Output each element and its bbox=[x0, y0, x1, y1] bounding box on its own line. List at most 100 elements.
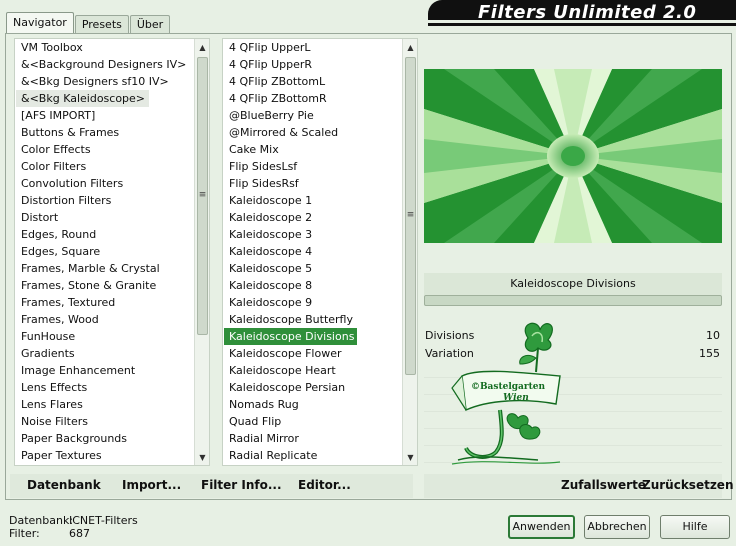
category-list-row[interactable]: Frames, Textured bbox=[16, 294, 194, 311]
category-list-row[interactable]: Frames, Stone & Granite bbox=[16, 277, 194, 294]
filter-list-row[interactable]: Kaleidoscope 8 bbox=[224, 277, 402, 294]
filter-list-item[interactable]: Flip SidesLsf bbox=[224, 158, 402, 175]
tab-presets[interactable]: Presets bbox=[74, 15, 129, 34]
filter-list-row[interactable]: Kaleidoscope 4 bbox=[224, 243, 402, 260]
filter-list-row[interactable]: Radial Replicate bbox=[224, 447, 402, 464]
filter-list-row[interactable]: Flip SidesRsf bbox=[224, 175, 402, 192]
editor-button[interactable]: Editor... bbox=[298, 478, 351, 492]
category-list-item[interactable]: Paper Backgrounds bbox=[16, 430, 194, 447]
category-list-item[interactable]: Frames, Stone & Granite bbox=[16, 277, 194, 294]
filter-list-item[interactable]: 4 QFlip ZBottomL bbox=[224, 73, 402, 90]
scroll-up-arrow-icon[interactable]: ▲ bbox=[195, 41, 209, 55]
filter-list-item[interactable]: Kaleidoscope 8 bbox=[224, 277, 402, 294]
category-list-row[interactable]: Distort bbox=[16, 209, 194, 226]
category-list-item[interactable]: Noise Filters bbox=[16, 413, 194, 430]
category-list-row[interactable]: [AFS IMPORT] bbox=[16, 107, 194, 124]
category-list-item[interactable]: Frames, Wood bbox=[16, 311, 194, 328]
category-list-item[interactable]: Lens Effects bbox=[16, 379, 194, 396]
category-list-item[interactable]: Frames, Textured bbox=[16, 294, 194, 311]
category-list-item[interactable]: Gradients bbox=[16, 345, 194, 362]
category-list-row[interactable]: Buttons & Frames bbox=[16, 124, 194, 141]
tab-navigator[interactable]: Navigator bbox=[6, 12, 74, 34]
filter-list-row[interactable]: Kaleidoscope Persian bbox=[224, 379, 402, 396]
category-list-item[interactable]: Paper Textures bbox=[16, 447, 194, 464]
filter-scrollbar[interactable]: ▲ ≡ ▼ bbox=[402, 39, 417, 465]
category-list-row[interactable]: Frames, Wood bbox=[16, 311, 194, 328]
reset-button[interactable]: Zurücksetzen bbox=[642, 478, 733, 492]
filter-list-row[interactable]: Nomads Rug bbox=[224, 396, 402, 413]
filter-list-row[interactable]: Kaleidoscope Butterfly bbox=[224, 311, 402, 328]
category-list-row[interactable]: VM Toolbox bbox=[16, 39, 194, 56]
filter-list-row[interactable]: Kaleidoscope Heart bbox=[224, 362, 402, 379]
filter-list-row[interactable]: 4 QFlip UpperL bbox=[224, 39, 402, 56]
filter-list-item[interactable]: 4 QFlip UpperL bbox=[224, 39, 402, 56]
scroll-thumb[interactable]: ≡ bbox=[405, 57, 416, 375]
category-list-row[interactable]: &<Bkg Designers sf10 IV> bbox=[16, 73, 194, 90]
category-list-item[interactable]: Edges, Square bbox=[16, 243, 194, 260]
filter-list-row[interactable]: 4 QFlip ZBottomL bbox=[224, 73, 402, 90]
filter-list-item[interactable]: @BlueBerry Pie bbox=[224, 107, 402, 124]
tab-ueber[interactable]: Über bbox=[129, 15, 171, 34]
filter-list-item[interactable]: @Mirrored & Scaled bbox=[224, 124, 402, 141]
import-button[interactable]: Import... bbox=[122, 478, 181, 492]
random-values-button[interactable]: Zufallswerte bbox=[561, 478, 646, 492]
scroll-up-arrow-icon[interactable]: ▲ bbox=[403, 41, 417, 55]
category-list-row[interactable]: Image Enhancement bbox=[16, 362, 194, 379]
filter-list-item[interactable]: Nomads Rug bbox=[224, 396, 402, 413]
filter-list-row[interactable]: Cake Mix bbox=[224, 141, 402, 158]
filter-list-item[interactable]: Radial Mirror bbox=[224, 430, 402, 447]
filter-list-row[interactable]: Kaleidoscope 9 bbox=[224, 294, 402, 311]
filter-list-item[interactable]: Kaleidoscope 2 bbox=[224, 209, 402, 226]
filter-list-row[interactable]: Kaleidoscope Flower bbox=[224, 345, 402, 362]
category-list-item[interactable]: Buttons & Frames bbox=[16, 124, 194, 141]
filter-list-row[interactable]: Flip SidesLsf bbox=[224, 158, 402, 175]
filter-list-row[interactable]: Kaleidoscope Divisions bbox=[224, 328, 402, 345]
scroll-thumb[interactable]: ≡ bbox=[197, 57, 208, 335]
filter-list-row[interactable]: Quad Flip bbox=[224, 413, 402, 430]
category-list-row[interactable]: Lens Flares bbox=[16, 396, 194, 413]
filter-list[interactable]: 4 QFlip UpperL 4 QFlip UpperR 4 QFlip ZBot… bbox=[222, 38, 418, 466]
category-list-item[interactable]: VM Toolbox bbox=[16, 39, 194, 56]
apply-button[interactable]: Anwenden bbox=[508, 515, 575, 539]
filter-list-item[interactable]: Quad Flip bbox=[224, 413, 402, 430]
category-list-item[interactable]: &<Bkg Kaleidoscope> bbox=[16, 90, 150, 107]
filter-list-item[interactable]: 4 QFlip ZBottomR bbox=[224, 90, 402, 107]
filter-list-item[interactable]: Kaleidoscope 5 bbox=[224, 260, 402, 277]
filter-list-item[interactable]: Kaleidoscope Butterfly bbox=[224, 311, 402, 328]
filter-list-row[interactable]: Kaleidoscope 1 bbox=[224, 192, 402, 209]
category-list-item[interactable]: Image Enhancement bbox=[16, 362, 194, 379]
filter-list-row[interactable]: Kaleidoscope 5 bbox=[224, 260, 402, 277]
category-list-row[interactable]: Distortion Filters bbox=[16, 192, 194, 209]
database-button[interactable]: Datenbank bbox=[27, 478, 101, 492]
category-list[interactable]: VM Toolbox &<Background Designers IV> &<Bk… bbox=[14, 38, 210, 466]
filter-list-row[interactable]: 4 QFlip ZBottomR bbox=[224, 90, 402, 107]
filter-list-item[interactable]: Cake Mix bbox=[224, 141, 402, 158]
category-list-row[interactable]: Color Filters bbox=[16, 158, 194, 175]
category-list-item[interactable]: Color Filters bbox=[16, 158, 194, 175]
category-list-row[interactable]: Convolution Filters bbox=[16, 175, 194, 192]
category-list-row[interactable]: Edges, Square bbox=[16, 243, 194, 260]
category-list-item[interactable]: Color Effects bbox=[16, 141, 194, 158]
filter-list-item[interactable]: Kaleidoscope Heart bbox=[224, 362, 402, 379]
category-list-row[interactable]: FunHouse bbox=[16, 328, 194, 345]
filter-list-item[interactable]: Kaleidoscope 4 bbox=[224, 243, 402, 260]
category-list-row[interactable]: Paper Textures bbox=[16, 447, 194, 464]
filter-list-row[interactable]: @BlueBerry Pie bbox=[224, 107, 402, 124]
category-list-row[interactable]: Color Effects bbox=[16, 141, 194, 158]
filter-list-item[interactable]: Kaleidoscope Flower bbox=[224, 345, 402, 362]
category-list-row[interactable]: &<Background Designers IV> bbox=[16, 56, 194, 73]
category-list-item[interactable]: Convolution Filters bbox=[16, 175, 194, 192]
category-list-row[interactable]: Frames, Marble & Crystal bbox=[16, 260, 194, 277]
filter-list-item[interactable]: 4 QFlip UpperR bbox=[224, 56, 402, 73]
scroll-down-arrow-icon[interactable]: ▼ bbox=[403, 451, 417, 465]
category-list-row[interactable]: Noise Filters bbox=[16, 413, 194, 430]
filter-list-row[interactable]: 4 QFlip UpperR bbox=[224, 56, 402, 73]
filter-list-row[interactable]: Radial Mirror bbox=[224, 430, 402, 447]
category-list-item[interactable]: Frames, Marble & Crystal bbox=[16, 260, 194, 277]
category-list-row[interactable]: Lens Effects bbox=[16, 379, 194, 396]
filter-list-row[interactable]: Kaleidoscope 2 bbox=[224, 209, 402, 226]
filter-list-item[interactable]: Kaleidoscope Divisions bbox=[224, 328, 358, 345]
category-list-row[interactable]: Gradients bbox=[16, 345, 194, 362]
category-list-item[interactable]: [AFS IMPORT] bbox=[16, 107, 194, 124]
filter-list-item[interactable]: Kaleidoscope 3 bbox=[224, 226, 402, 243]
